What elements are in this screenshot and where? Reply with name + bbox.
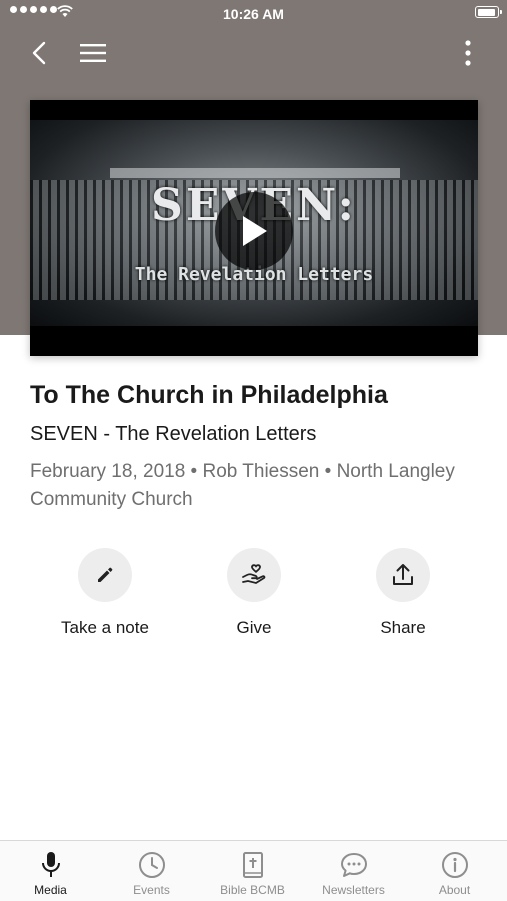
video-player[interactable]: SEVEN: The Revelation Letters [30, 100, 478, 356]
microphone-icon [41, 852, 60, 877]
give-button[interactable]: Give [179, 548, 329, 638]
take-note-button[interactable]: Take a note [30, 548, 180, 638]
sermon-meta: February 18, 2018 • Rob Thiessen • North… [30, 461, 455, 510]
tab-about[interactable]: About [404, 841, 505, 901]
hamburger-menu-icon [80, 44, 106, 62]
status-time: 10:26 AM [223, 6, 284, 22]
more-vertical-icon [465, 40, 471, 66]
tab-bible[interactable]: Bible BCMB [202, 841, 303, 901]
bible-icon [242, 852, 263, 878]
tab-bible-label: Bible BCMB [220, 883, 285, 897]
give-label: Give [236, 618, 272, 637]
tab-events[interactable]: Events [101, 841, 202, 901]
status-bar: 10:26 AM [0, 0, 507, 28]
tab-events-label: Events [133, 883, 170, 897]
sermon-series: SEVEN - The Revelation Letters [30, 423, 317, 445]
tab-media-label: Media [34, 883, 67, 897]
info-icon [441, 852, 468, 878]
play-icon [243, 216, 267, 246]
play-button[interactable] [215, 192, 293, 270]
hand-heart-icon [242, 564, 266, 584]
take-note-label: Take a note [61, 618, 149, 637]
battery-icon [475, 6, 502, 18]
tab-about-label: About [438, 883, 471, 897]
share-button[interactable]: Share [328, 548, 478, 638]
take-note-circle [78, 548, 132, 602]
tab-newsletters-label: Newsletters [322, 883, 385, 897]
typewriter-bar [110, 168, 400, 178]
more-options-button[interactable] [456, 36, 480, 70]
chevron-left-icon [32, 41, 46, 65]
sermon-title: To The Church in Philadelphia [30, 381, 388, 409]
share-circle [376, 548, 430, 602]
share-label: Share [380, 618, 426, 637]
tab-newsletters[interactable]: Newsletters [303, 841, 404, 901]
clock-icon [138, 852, 165, 878]
menu-button[interactable] [76, 36, 110, 70]
back-button[interactable] [24, 36, 54, 70]
top-navigation [0, 36, 507, 70]
tab-media[interactable]: Media [0, 841, 101, 901]
action-buttons: Take a note Give Share [0, 548, 507, 648]
share-icon [393, 564, 413, 585]
sermon-details: To The Church in Philadelphia SEVEN - Th… [30, 378, 480, 514]
chat-bubble-icon [340, 853, 367, 877]
give-circle [227, 548, 281, 602]
tab-bar: Media Events Bible BCMB Newsletters Abou… [0, 840, 507, 901]
pencil-icon [98, 567, 113, 582]
